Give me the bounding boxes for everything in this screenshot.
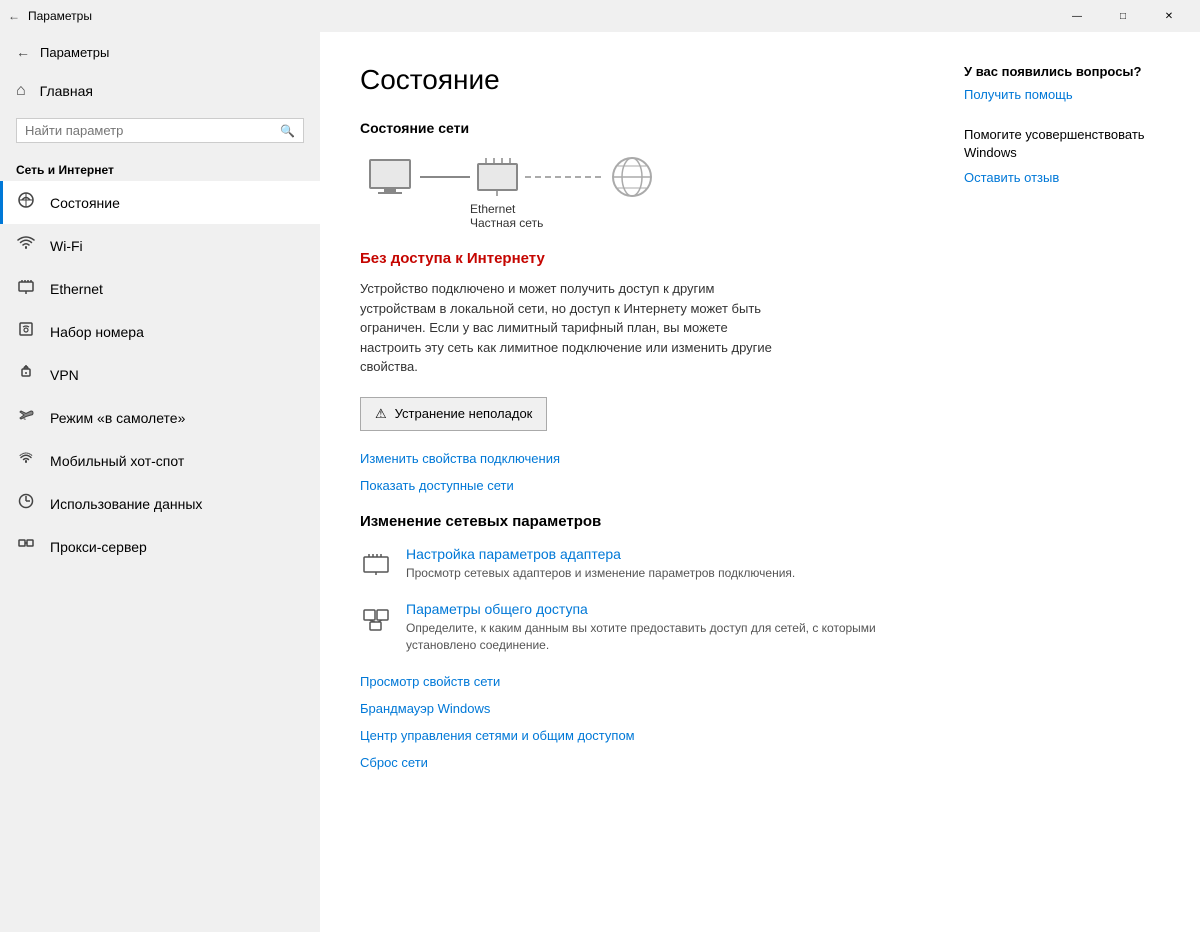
adapter-settings-desc: Просмотр сетевых адаптеров и изменение п… bbox=[406, 565, 795, 582]
ethernet-label: Ethernet bbox=[470, 202, 900, 216]
sidebar-back[interactable]: ← Параметры bbox=[0, 32, 320, 72]
sidebar-item-wifi-label: Wi-Fi bbox=[50, 238, 83, 254]
adapter-settings-text: Настройка параметров адаптера Просмотр с… bbox=[406, 546, 795, 582]
hotspot-icon bbox=[16, 449, 36, 472]
search-input[interactable] bbox=[25, 123, 274, 138]
change-settings-title: Изменение сетевых параметров bbox=[360, 513, 900, 530]
minimize-button[interactable]: — bbox=[1054, 0, 1100, 32]
vpn-icon bbox=[16, 363, 36, 386]
sidebar-app-title: Параметры bbox=[40, 45, 109, 60]
line-solid-icon bbox=[420, 152, 470, 202]
close-button[interactable]: ✕ bbox=[1146, 0, 1192, 32]
feedback-link[interactable]: Оставить отзыв bbox=[964, 170, 1176, 185]
sidebar-item-hotspot-label: Мобильный хот-спот bbox=[50, 453, 184, 469]
no-internet-description: Устройство подключено и может получить д… bbox=[360, 279, 780, 377]
sidebar-item-ethernet[interactable]: Ethernet bbox=[0, 267, 320, 310]
sidebar-item-status[interactable]: Состояние bbox=[0, 181, 320, 224]
titlebar-left: ← Параметры bbox=[8, 9, 92, 23]
maximize-button[interactable]: □ bbox=[1100, 0, 1146, 32]
adapter-settings-title[interactable]: Настройка параметров адаптера bbox=[406, 546, 795, 562]
sidebar-item-datausage-label: Использование данных bbox=[50, 496, 202, 512]
sidebar-item-airplane-label: Режим «в самолете» bbox=[50, 410, 185, 426]
dialup-icon bbox=[16, 320, 36, 343]
sharing-settings-desc: Определите, к каким данным вы хотите пре… bbox=[406, 620, 900, 654]
app-container: ← Параметры ⌂ Главная 🔍 Сеть и Интернет … bbox=[0, 32, 1200, 932]
computer-icon bbox=[360, 152, 420, 202]
airplane-icon bbox=[16, 406, 36, 429]
line-dashed-icon bbox=[525, 152, 605, 202]
sidebar-search-container: 🔍 bbox=[16, 118, 304, 143]
sidebar-section-title: Сеть и Интернет bbox=[0, 151, 320, 181]
get-help-link[interactable]: Получить помощь bbox=[964, 87, 1176, 102]
sharing-settings-text: Параметры общего доступа Определите, к к… bbox=[406, 601, 900, 654]
sidebar-item-vpn[interactable]: VPN bbox=[0, 353, 320, 396]
no-internet-title: Без доступа к Интернету bbox=[360, 250, 900, 267]
help-section: У вас появились вопросы? Получить помощь… bbox=[964, 64, 1176, 185]
right-panel: У вас появились вопросы? Получить помощь… bbox=[940, 32, 1200, 932]
adapter-settings-icon bbox=[360, 548, 392, 580]
sharing-settings-icon bbox=[360, 603, 392, 635]
change-settings-section: Изменение сетевых параметров Настройка п… bbox=[360, 513, 900, 654]
warning-icon: ⚠ bbox=[375, 406, 387, 422]
sidebar-item-status-label: Состояние bbox=[50, 195, 120, 211]
sharing-settings-title[interactable]: Параметры общего доступа bbox=[406, 601, 900, 617]
sidebar-item-proxy-label: Прокси-сервер bbox=[50, 539, 147, 555]
improve-windows-title: Помогите усовершенствовать Windows bbox=[964, 126, 1176, 162]
sidebar-item-hotspot[interactable]: Мобильный хот-спот bbox=[0, 439, 320, 482]
diagram-icons-row bbox=[360, 152, 900, 202]
proxy-icon bbox=[16, 535, 36, 558]
titlebar-controls: — □ ✕ bbox=[1054, 0, 1192, 32]
search-icon: 🔍 bbox=[280, 124, 295, 138]
home-label: Главная bbox=[40, 83, 93, 99]
status-icon bbox=[16, 191, 36, 214]
network-status-section-title: Состояние сети bbox=[360, 120, 900, 136]
show-available-networks-link[interactable]: Показать доступные сети bbox=[360, 478, 900, 493]
sharing-settings-item[interactable]: Параметры общего доступа Определите, к к… bbox=[360, 601, 900, 654]
ethernet-icon bbox=[16, 277, 36, 300]
sidebar: ← Параметры ⌂ Главная 🔍 Сеть и Интернет … bbox=[0, 32, 320, 932]
sidebar-item-proxy[interactable]: Прокси-сервер bbox=[0, 525, 320, 568]
datausage-icon bbox=[16, 492, 36, 515]
firewall-link[interactable]: Брандмауэр Windows bbox=[360, 701, 900, 716]
sidebar-item-home[interactable]: ⌂ Главная bbox=[0, 72, 320, 110]
help-title: У вас появились вопросы? bbox=[964, 64, 1176, 79]
network-center-link[interactable]: Центр управления сетями и общим доступом bbox=[360, 728, 900, 743]
sidebar-item-dialup-label: Набор номера bbox=[50, 324, 144, 340]
sidebar-item-dialup[interactable]: Набор номера bbox=[0, 310, 320, 353]
sidebar-item-ethernet-label: Ethernet bbox=[50, 281, 103, 297]
adapter-settings-item[interactable]: Настройка параметров адаптера Просмотр с… bbox=[360, 546, 900, 582]
sidebar-item-vpn-label: VPN bbox=[50, 367, 79, 383]
sidebar-item-wifi[interactable]: Wi-Fi bbox=[0, 224, 320, 267]
troubleshoot-label: Устранение неполадок bbox=[395, 406, 533, 421]
troubleshoot-button[interactable]: ⚠ Устранение неполадок bbox=[360, 397, 547, 431]
sidebar-item-datausage[interactable]: Использование данных bbox=[0, 482, 320, 525]
router-icon bbox=[470, 152, 525, 202]
globe-icon bbox=[605, 152, 660, 202]
titlebar-title: Параметры bbox=[28, 9, 92, 23]
sidebar-item-airplane[interactable]: Режим «в самолете» bbox=[0, 396, 320, 439]
network-diagram-labels: Ethernet Частная сеть bbox=[470, 202, 900, 230]
network-props-link[interactable]: Просмотр свойств сети bbox=[360, 674, 900, 689]
back-arrow-icon[interactable]: ← bbox=[8, 9, 20, 23]
private-network-label: Частная сеть bbox=[470, 216, 900, 230]
content-area: Состояние Состояние сети bbox=[320, 32, 940, 932]
back-icon: ← bbox=[16, 44, 30, 60]
titlebar: ← Параметры — □ ✕ bbox=[0, 0, 1200, 32]
home-icon: ⌂ bbox=[16, 82, 26, 100]
wifi-icon bbox=[16, 234, 36, 257]
network-diagram: Ethernet Частная сеть bbox=[360, 152, 900, 230]
change-connection-props-link[interactable]: Изменить свойства подключения bbox=[360, 451, 900, 466]
page-title: Состояние bbox=[360, 64, 900, 96]
network-reset-link[interactable]: Сброс сети bbox=[360, 755, 900, 770]
